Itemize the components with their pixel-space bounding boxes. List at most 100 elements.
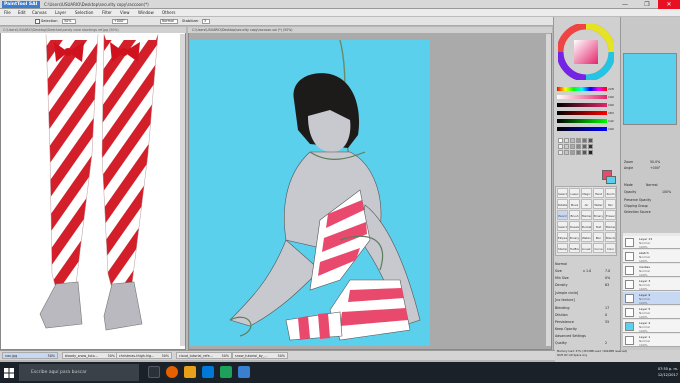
tool-29-button[interactable]: Color xyxy=(605,243,616,253)
tool-14-button[interactable]: Eraser xyxy=(605,210,616,220)
canvas-scrollbar[interactable] xyxy=(546,34,551,346)
min-size-value[interactable]: 0% xyxy=(605,276,610,281)
angle-field[interactable]: +000° xyxy=(112,19,128,24)
firefox-icon[interactable] xyxy=(166,366,178,378)
tool-7-button[interactable]: Air Brush xyxy=(581,199,592,209)
slider-g[interactable] xyxy=(557,119,607,123)
tool-2-button[interactable]: Magic Wand xyxy=(581,188,592,198)
nav-zoom-value[interactable]: 50.0% xyxy=(650,160,660,164)
menu-selection[interactable]: Selection xyxy=(75,10,93,16)
store-icon[interactable] xyxy=(202,366,214,378)
nav-angle-value[interactable]: +000° xyxy=(650,166,660,170)
task-view-icon[interactable] xyxy=(148,366,160,378)
stabilizer-select[interactable]: 3 xyxy=(202,19,210,24)
app-icon-green[interactable] xyxy=(220,366,232,378)
menu-filter[interactable]: Filter xyxy=(102,10,112,16)
menu-file[interactable]: File xyxy=(4,10,11,16)
menu-window[interactable]: Window xyxy=(138,10,154,16)
brush-shape[interactable]: [simple circle] xyxy=(555,291,578,296)
file-explorer-icon[interactable] xyxy=(184,366,196,378)
layer-row[interactable]: sketch Normal 100% xyxy=(623,250,680,263)
tool-15-button[interactable]: Select xyxy=(557,221,568,231)
tool-6-button[interactable]: Move xyxy=(569,199,580,209)
slider-v[interactable] xyxy=(557,103,607,107)
menu-edit[interactable]: Edit xyxy=(18,10,26,16)
tool-25-button[interactable]: Stamp xyxy=(557,243,568,253)
brush-texture[interactable]: [no texture] xyxy=(555,298,575,303)
size-value[interactable]: 7.0 xyxy=(605,269,610,274)
slider-h[interactable] xyxy=(557,87,607,91)
tool-28-button[interactable]: Curve xyxy=(593,243,604,253)
reference-scrollbar[interactable] xyxy=(180,34,185,346)
tool-27-button[interactable]: Lineart xyxy=(581,243,592,253)
color-wheel[interactable] xyxy=(558,24,614,80)
slider-s[interactable] xyxy=(557,95,607,99)
tool-22-button[interactable]: Watercolor xyxy=(581,232,592,242)
document-tab[interactable]: nax.jpg 50% xyxy=(2,352,58,359)
tool-12-button[interactable]: Marker xyxy=(581,210,592,220)
advanced-settings-toggle[interactable]: Advanced Settings xyxy=(555,334,586,339)
tool-16-button[interactable]: Deselect xyxy=(569,221,580,231)
tool-8-button[interactable]: Water Color xyxy=(593,199,604,209)
quality-value[interactable]: 2 xyxy=(605,341,607,346)
minimize-button[interactable]: — xyxy=(614,0,636,9)
menu-layer[interactable]: Layer xyxy=(55,10,66,16)
tool-0-button[interactable]: Select xyxy=(557,188,568,198)
secondary-color-swatch[interactable] xyxy=(606,176,616,184)
blending-value[interactable]: 17 xyxy=(605,306,609,311)
brush-mode[interactable]: Normal xyxy=(555,262,567,267)
tool-18-button[interactable]: Text xyxy=(593,221,604,231)
tool-20-button[interactable]: Ellipse xyxy=(557,232,568,242)
tool-10-button[interactable]: Pencil xyxy=(557,210,568,220)
keep-opacity-checkbox[interactable]: Keep Opacity xyxy=(555,327,577,332)
tool-19-button[interactable]: Marker xyxy=(605,221,616,231)
tool-13-button[interactable]: Binary xyxy=(593,210,604,220)
menu-others[interactable]: Others xyxy=(162,10,175,16)
tool-24-button[interactable]: Blender xyxy=(605,232,616,242)
tool-3-button[interactable]: Hand xyxy=(593,188,604,198)
navigator-thumbnail[interactable] xyxy=(623,53,677,125)
preserve-opacity-checkbox[interactable]: Preserve Opacity xyxy=(624,198,651,202)
document-tab[interactable]: cloud_tutorial_refe... 50% xyxy=(176,352,232,359)
tool-9-button[interactable]: Pen xyxy=(605,199,616,209)
taskbar-search-box[interactable]: Escribe aquí para buscar xyxy=(19,364,139,381)
size-multiplier[interactable]: x 1.0 xyxy=(583,269,591,274)
layer-row[interactable]: Layer 3 Normal 100% xyxy=(623,278,680,291)
dilution-value[interactable]: 0 xyxy=(605,313,607,318)
layer-row[interactable]: Layer 5 Normal 100% xyxy=(623,306,680,319)
tool-26-button[interactable]: Halftone xyxy=(569,243,580,253)
slider-b[interactable] xyxy=(557,127,607,131)
document-tab[interactable]: snow_tutorial_by_... 50% xyxy=(232,352,288,359)
layer-row[interactable]: Layer 4 Normal 100% xyxy=(623,320,680,333)
density-value[interactable]: 63 xyxy=(605,283,609,288)
menu-canvas[interactable]: Canvas xyxy=(32,10,47,16)
tool-21-button[interactable]: Binary xyxy=(569,232,580,242)
maximize-button[interactable]: ❐ xyxy=(636,0,658,9)
layer-row[interactable]: Layer 9 Normal 100% xyxy=(623,292,680,305)
layer-row[interactable]: medias Normal 100% xyxy=(623,264,680,277)
taskbar-clock[interactable]: 07:55 p. m. 12/12/2017 xyxy=(640,366,678,378)
menu-view[interactable]: View xyxy=(120,10,130,16)
slider-r[interactable] xyxy=(557,111,607,115)
selection-checkbox[interactable] xyxy=(35,19,40,24)
windows-start-icon[interactable] xyxy=(4,368,14,378)
layer-row[interactable]: Layer 13 Normal 100% xyxy=(623,236,680,249)
tool-23-button[interactable]: Blur xyxy=(593,232,604,242)
layer-mode-select[interactable]: Normal xyxy=(646,183,658,187)
mode-select[interactable]: Normal xyxy=(160,19,178,24)
layer-opacity-value[interactable]: 100% xyxy=(662,190,671,194)
clipping-group-checkbox[interactable]: Clipping Group xyxy=(624,204,648,208)
swatch-palette[interactable] xyxy=(558,138,606,162)
tool-1-button[interactable]: Lasso xyxy=(569,188,580,198)
selection-source-checkbox[interactable]: Selection Source xyxy=(624,210,651,214)
document-tab[interactable]: bloody_snow_tuto... 50% xyxy=(62,352,118,359)
persistence-value[interactable]: 55 xyxy=(605,320,609,325)
tool-4-button[interactable]: Zoom xyxy=(605,188,616,198)
document-tab[interactable]: christmas-thigh-hig... 50% xyxy=(116,352,172,359)
close-button[interactable]: ✕ xyxy=(658,0,680,9)
tool-17-button[interactable]: Bucket xyxy=(581,221,592,231)
painttool-sai-icon[interactable] xyxy=(238,366,250,378)
layer-row[interactable]: Layer 1 Normal 100% xyxy=(623,334,680,347)
zoom-field[interactable]: 50% xyxy=(62,19,76,24)
tool-5-button[interactable]: Rotate xyxy=(557,199,568,209)
